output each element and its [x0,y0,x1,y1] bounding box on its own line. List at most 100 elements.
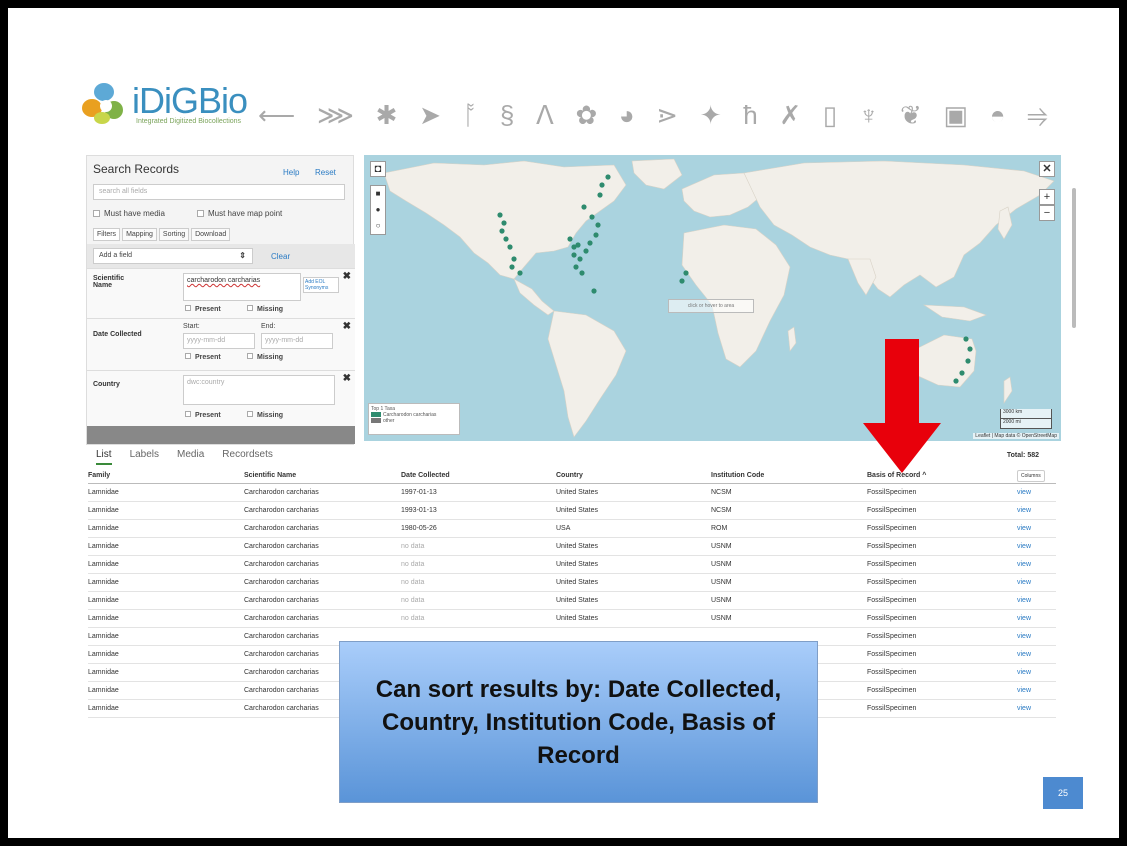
occurrence-point[interactable] [509,264,515,270]
occurrence-point[interactable] [593,232,599,238]
end-date-input[interactable]: yyyy-mm-dd [261,333,333,349]
occurrence-point[interactable] [591,288,597,294]
occurrence-point[interactable] [577,256,583,262]
present-checkbox[interactable]: Present [185,305,221,313]
view-link[interactable]: view [1017,561,1056,568]
zoom-in-button[interactable]: + [1039,189,1055,205]
col-family[interactable]: Family [88,472,244,479]
remove-filter-icon[interactable]: ✖ [343,321,351,332]
tab-filters[interactable]: Filters [93,228,121,241]
table-row[interactable]: Lamnidae Carcharodon carcharias no data Uni… [88,538,1056,556]
view-link[interactable]: view [1017,597,1056,604]
occurrence-point[interactable] [583,248,589,254]
view-link[interactable]: view [1017,507,1056,514]
occurrence-point[interactable] [581,204,587,210]
scientific-name-input[interactable]: carcharodon carcharias [183,273,301,301]
remove-filter-icon[interactable]: ✖ [343,373,351,384]
columns-button[interactable]: Columns [1017,470,1045,482]
camera-icon[interactable]: ◘ [370,161,386,177]
draw-tools[interactable]: ■ ● ○ [370,185,386,235]
view-link[interactable]: view [1017,705,1056,712]
must-have-media-checkbox[interactable]: Must have media [93,209,165,218]
occurrence-point[interactable] [573,264,579,270]
occurrence-point[interactable] [575,242,581,248]
view-link[interactable]: view [1017,579,1056,586]
must-have-map-checkbox[interactable]: Must have map point [197,209,282,218]
view-link[interactable]: view [1017,669,1056,676]
idigbio-logo[interactable]: iDiGBio Integrated Digitized Biocollecti… [78,78,258,128]
tab-media[interactable]: Media [177,449,204,465]
view-link[interactable]: view [1017,543,1056,550]
view-link[interactable]: view [1017,651,1056,658]
occurrence-point[interactable] [595,222,601,228]
missing-checkbox[interactable]: Missing [247,411,283,419]
occurrence-point[interactable] [965,358,971,364]
occurrence-point[interactable] [587,240,593,246]
table-row[interactable]: Lamnidae Carcharodon carcharias no data Uni… [88,610,1056,628]
present-checkbox[interactable]: Present [185,353,221,361]
scrollbar[interactable] [1072,188,1076,328]
view-link[interactable]: view [1017,633,1056,640]
occurrence-point[interactable] [597,192,603,198]
occurrence-point[interactable] [683,270,689,276]
col-institution-code[interactable]: Institution Code [711,472,867,479]
clear-link[interactable]: Clear [271,252,290,261]
tab-mapping[interactable]: Mapping [122,228,157,241]
col-scientific-name[interactable]: Scientific Name [244,472,401,479]
occurrence-point[interactable] [953,378,959,384]
view-link[interactable]: view [1017,525,1056,532]
table-row[interactable]: Lamnidae Carcharodon carcharias no data Uni… [88,556,1056,574]
view-link[interactable]: view [1017,687,1056,694]
search-records-title: Search Records [93,162,180,176]
col-date-collected[interactable]: Date Collected [401,472,556,479]
country-input[interactable]: dwc:country [183,375,335,405]
table-row[interactable]: Lamnidae Carcharodon carcharias 1980-05-26… [88,520,1056,538]
close-map-icon[interactable]: ✕ [1039,161,1055,177]
occurrence-point[interactable] [511,256,517,262]
present-checkbox[interactable]: Present [185,411,221,419]
occurrence-point[interactable] [499,228,505,234]
help-link[interactable]: Help [283,168,299,177]
col-country[interactable]: Country [556,472,711,479]
zoom-out-button[interactable]: − [1039,205,1055,221]
occurrence-point[interactable] [579,270,585,276]
occurrence-point[interactable] [567,236,573,242]
view-link[interactable]: view [1017,615,1056,622]
table-row[interactable]: Lamnidae Carcharodon carcharias 1993-01-13… [88,502,1056,520]
table-row[interactable]: Lamnidae Carcharodon carcharias no data Uni… [88,574,1056,592]
occurrence-point[interactable] [589,214,595,220]
occurrence-point[interactable] [959,370,965,376]
occurrence-point[interactable] [497,212,503,218]
table-row[interactable]: Lamnidae Carcharodon carcharias no data Uni… [88,592,1056,610]
occurrence-point[interactable] [571,252,577,258]
occurrence-point[interactable] [517,270,523,276]
map-view[interactable]: ◘ ■ ● ○ ✕ + − click or hover to area Top 1… [364,155,1061,441]
tab-sorting[interactable]: Sorting [158,228,190,241]
occurrence-point[interactable] [963,336,969,342]
start-date-input[interactable]: yyyy-mm-dd [183,333,255,349]
occurrence-point[interactable] [967,346,973,352]
missing-checkbox[interactable]: Missing [247,305,283,313]
search-all-fields-input[interactable]: search all fields [93,184,345,200]
occurrence-point[interactable] [599,182,605,188]
add-eol-synonyms-button[interactable]: Add EOL Synonyms [303,277,339,293]
reset-link[interactable]: Reset [315,168,336,177]
col-basis-of-record[interactable]: Basis of Record ^ [867,472,1017,479]
tab-recordsets[interactable]: Recordsets [222,449,273,465]
occurrence-point[interactable] [501,220,507,226]
occurrence-point[interactable] [503,236,509,242]
map-attribution[interactable]: Leaflet | Map data © OpenStreetMap [973,433,1059,439]
checkbox-icon [185,305,191,311]
tab-download[interactable]: Download [191,228,231,241]
occurrence-point[interactable] [679,278,685,284]
missing-checkbox[interactable]: Missing [247,353,283,361]
occurrence-point[interactable] [507,244,513,250]
table-row[interactable]: Lamnidae Carcharodon carcharias 1997-01-13… [88,484,1056,502]
view-link[interactable]: view [1017,489,1056,496]
occurrence-point[interactable] [605,174,611,180]
tab-list[interactable]: List [96,449,112,465]
cell-institution-code: USNM [711,597,732,604]
tab-labels[interactable]: Labels [130,449,159,465]
remove-filter-icon[interactable]: ✖ [343,271,351,282]
add-field-select[interactable]: Add a field ⇕ [93,248,253,264]
